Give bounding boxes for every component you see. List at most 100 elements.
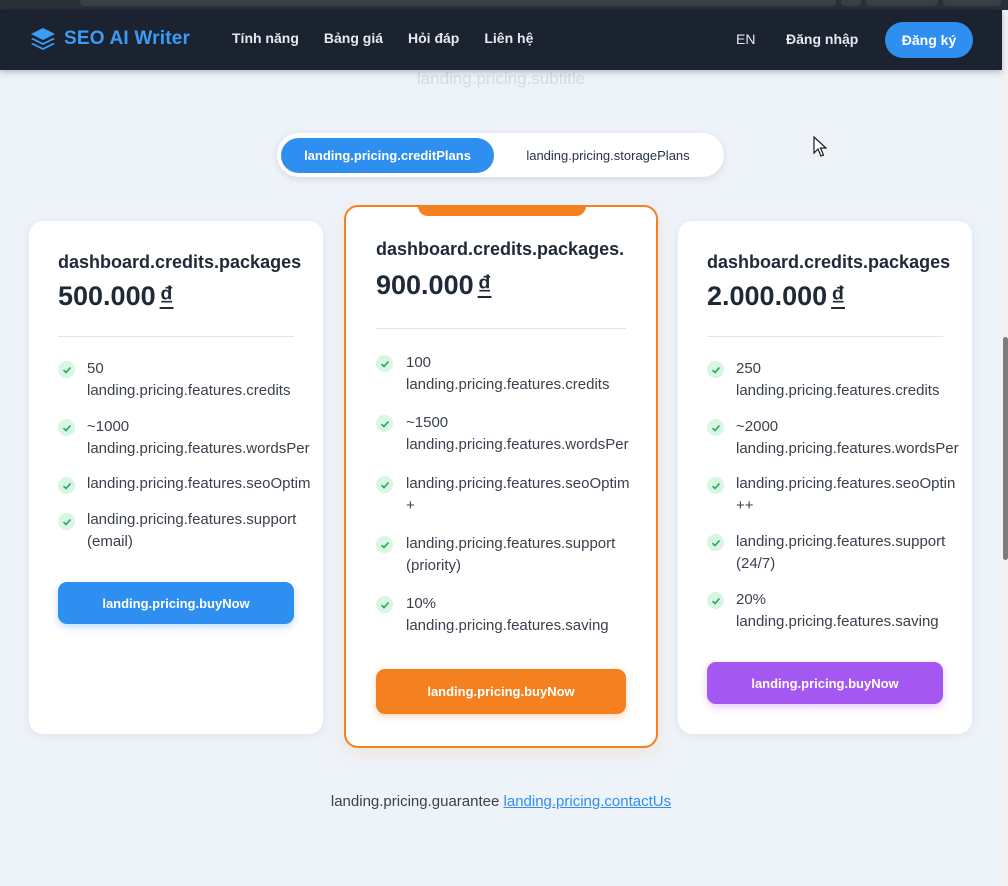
feature-item: landing.pricing.features.support (24/7) xyxy=(736,531,945,575)
package-price: 900.000 ₫ xyxy=(376,270,491,301)
feature-line: (24/7) xyxy=(736,555,776,572)
check-icon xyxy=(58,419,75,436)
buy-now-button[interactable]: landing.pricing.buyNow xyxy=(376,669,626,714)
package-name: dashboard.credits.packages. xyxy=(376,239,625,259)
browser-button[interactable] xyxy=(943,0,1001,6)
divider xyxy=(58,336,294,337)
login-link[interactable]: Đăng nhập xyxy=(786,31,858,47)
feature-line: landing.pricing.features.support xyxy=(87,511,297,528)
feature-item: ~1000 landing.pricing.features.wordsPer xyxy=(87,416,310,460)
check-icon xyxy=(376,596,393,613)
pricing-card-basic: dashboard.credits.packages 500.000 ₫ 50 la… xyxy=(29,221,323,734)
check-icon xyxy=(376,355,393,372)
pricing-subtitle: landing.pricing.subtitle xyxy=(416,69,586,88)
scrollbar-thumb[interactable] xyxy=(1003,337,1008,560)
brand-logo[interactable]: SEO AI Writer xyxy=(29,25,190,53)
pricing-card-popular: dashboard.credits.packages. 900.000 ₫ 100… xyxy=(344,205,658,748)
browser-button[interactable] xyxy=(866,0,938,6)
address-bar[interactable] xyxy=(80,0,836,6)
feature-line: (email) xyxy=(87,533,133,550)
check-icon xyxy=(707,534,724,551)
feature-line: 10% xyxy=(406,595,437,612)
check-icon xyxy=(376,536,393,553)
buy-now-button[interactable]: landing.pricing.buyNow xyxy=(58,582,294,624)
feature-line: landing.pricing.features.saving xyxy=(736,613,939,630)
contact-us-link[interactable]: landing.pricing.contactUs xyxy=(504,793,672,810)
feature-item: landing.pricing.features.seoOptim xyxy=(87,473,310,495)
feature-line: landing.pricing.features.credits xyxy=(87,382,291,399)
guarantee-text: landing.pricing.guarantee xyxy=(330,793,500,810)
brand-name: SEO AI Writer xyxy=(64,28,191,49)
feature-item: 250 landing.pricing.features.credits xyxy=(736,358,939,402)
main-nav: Tính năng Bảng giá Hỏi đáp Liên hệ xyxy=(232,30,558,46)
check-icon xyxy=(376,476,393,493)
check-icon xyxy=(376,415,393,432)
buy-now-button[interactable]: landing.pricing.buyNow xyxy=(707,662,943,704)
package-name: dashboard.credits.packages xyxy=(707,252,951,272)
feature-item: 100 landing.pricing.features.credits xyxy=(406,352,609,396)
currency-symbol: ₫ xyxy=(159,281,174,311)
feature-item: 50 landing.pricing.features.credits xyxy=(87,358,290,402)
price-value: 500.000 xyxy=(58,281,156,311)
signup-button[interactable]: Đăng ký xyxy=(885,22,973,58)
plan-type-toggle: landing.pricing.creditPlans landing.pric… xyxy=(277,133,724,177)
feature-line: + xyxy=(406,497,415,514)
package-name: dashboard.credits.packages xyxy=(58,252,302,272)
feature-item: landing.pricing.features.support (priorit… xyxy=(406,533,615,577)
guarantee-note: landing.pricing.guarantee landing.pricin… xyxy=(0,793,1002,810)
feature-line: landing.pricing.features.wordsPer xyxy=(736,440,959,457)
tab-credit-plans[interactable]: landing.pricing.creditPlans xyxy=(281,138,494,173)
feature-line: landing.pricing.features.seoOptim xyxy=(406,475,630,492)
feature-line: landing.pricing.features.wordsPer xyxy=(87,440,310,457)
pricing-card-premium: dashboard.credits.packages 2.000.000 ₫ 25… xyxy=(678,221,972,734)
feature-line: ~1000 xyxy=(87,418,130,435)
feature-item: landing.pricing.features.seoOptim + xyxy=(406,473,629,517)
feature-line: ~1500 xyxy=(406,414,449,431)
package-price: 500.000 ₫ xyxy=(58,281,173,312)
nav-faq[interactable]: Hỏi đáp xyxy=(408,30,459,46)
feature-line: landing.pricing.features.credits xyxy=(736,382,940,399)
check-icon xyxy=(58,513,75,530)
nav-features[interactable]: Tính năng xyxy=(232,30,299,46)
feature-line: landing.pricing.features.credits xyxy=(406,376,610,393)
feature-line: landing.pricing.features.wordsPer xyxy=(406,436,629,453)
browser-button[interactable] xyxy=(841,0,861,6)
check-icon xyxy=(707,419,724,436)
currency-symbol: ₫ xyxy=(831,281,845,311)
feature-item: landing.pricing.features.support (email) xyxy=(87,509,296,553)
feature-line: landing.pricing.features.support xyxy=(736,533,946,550)
divider xyxy=(707,336,943,337)
feature-item: ~1500 landing.pricing.features.wordsPer xyxy=(406,412,629,456)
feature-line: 50 xyxy=(87,360,104,377)
layers-icon xyxy=(31,28,55,50)
price-value: 2.000.000 xyxy=(707,281,828,311)
tab-storage-plans[interactable]: landing.pricing.storagePlans xyxy=(498,138,718,173)
feature-line: landing.pricing.features.support xyxy=(406,535,616,552)
browser-chrome xyxy=(0,0,1008,10)
divider xyxy=(376,328,626,329)
price-value: 900.000 xyxy=(376,270,474,300)
feature-item: 10% landing.pricing.features.saving xyxy=(406,593,609,637)
check-icon xyxy=(58,361,75,378)
feature-line: 100 xyxy=(406,354,432,371)
nav-contact[interactable]: Liên hệ xyxy=(484,30,533,46)
feature-item: ~2000 landing.pricing.features.wordsPer xyxy=(736,416,959,460)
feature-item: 20% landing.pricing.features.saving xyxy=(736,589,939,633)
check-icon xyxy=(707,361,724,378)
currency-symbol: ₫ xyxy=(477,270,492,300)
nav-pricing[interactable]: Bảng giá xyxy=(324,30,383,46)
check-icon xyxy=(58,477,75,494)
feature-line: (priority) xyxy=(406,557,461,574)
mouse-cursor-icon xyxy=(813,136,827,157)
feature-line: landing.pricing.features.saving xyxy=(406,617,609,634)
feature-line: ~2000 xyxy=(736,418,779,435)
language-switch[interactable]: EN xyxy=(736,31,755,47)
check-icon xyxy=(707,477,724,494)
card-content: dashboard.credits.packages. 900.000 ₫ 100… xyxy=(346,207,656,746)
package-price: 2.000.000 ₫ xyxy=(707,281,845,312)
feature-line: landing.pricing.features.seoOptin xyxy=(736,475,956,492)
feature-line: landing.pricing.features.seoOptim xyxy=(87,475,311,492)
feature-line: ++ xyxy=(736,497,754,514)
check-icon xyxy=(707,592,724,609)
feature-item: landing.pricing.features.seoOptin ++ xyxy=(736,473,955,517)
